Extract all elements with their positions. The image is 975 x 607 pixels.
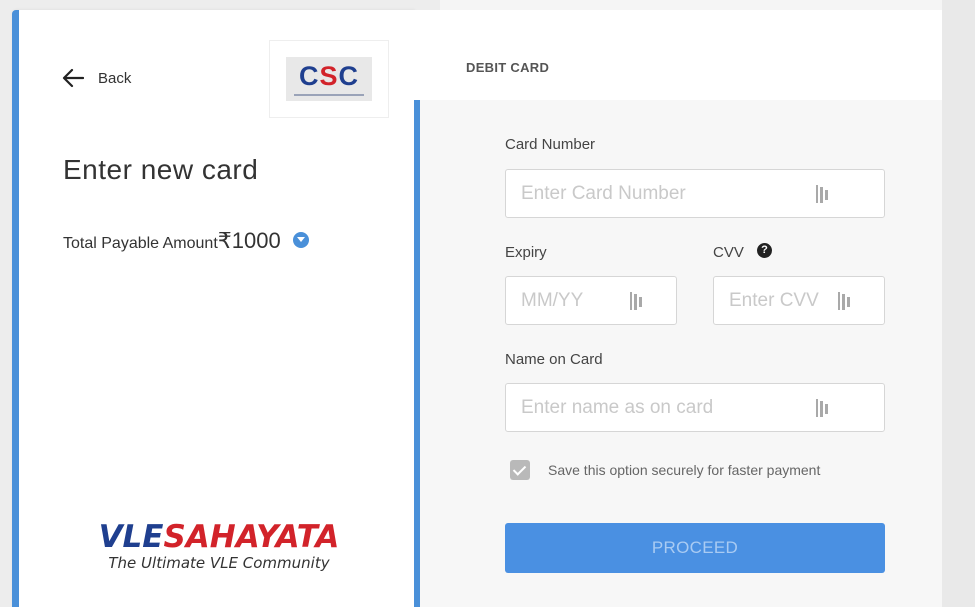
csc-logo-text: CSC — [298, 61, 359, 91]
cvv-label: CVV — [713, 244, 744, 261]
card-number-label: Card Number — [505, 136, 596, 153]
payment-method-header: DEBIT CARD — [414, 10, 942, 100]
chevron-down-icon[interactable] — [292, 232, 309, 248]
card-number-input[interactable] — [521, 182, 816, 205]
card-field-icon — [630, 291, 644, 310]
card-form: Card Number Expiry CVV ? Name on Card — [414, 100, 942, 607]
name-on-card-label: Name on Card — [505, 351, 603, 368]
amount-label: Total Payable Amount — [63, 235, 218, 252]
name-on-card-input[interactable] — [521, 396, 816, 419]
name-on-card-field[interactable] — [505, 383, 885, 432]
arrow-left-icon — [62, 68, 84, 88]
back-button[interactable]: Back — [62, 68, 131, 88]
expiry-input[interactable] — [521, 289, 630, 312]
save-card-option: Save this option securely for faster pay… — [510, 460, 820, 480]
brand-tagline: The Ultimate VLE Community — [108, 554, 330, 572]
right-gutter — [942, 0, 975, 607]
page-title: Enter new card — [63, 154, 259, 185]
cvv-input[interactable] — [729, 289, 838, 312]
expiry-field[interactable] — [505, 276, 677, 325]
csc-logo: CSC — [286, 57, 372, 101]
vlesahayata-logo: VLESAHAYATA The Ultimate VLE Community — [94, 520, 344, 572]
back-label: Back — [98, 69, 132, 87]
card-field-icon — [838, 291, 852, 310]
help-icon[interactable]: ? — [757, 243, 772, 258]
expiry-label: Expiry — [505, 244, 547, 261]
card-field-icon — [816, 184, 830, 203]
proceed-button[interactable]: PROCEED — [505, 523, 885, 573]
merchant-logo: CSC — [269, 40, 389, 118]
order-summary-panel: Back CSC Enter new card Total Payable Am… — [12, 10, 414, 607]
save-card-label: Save this option securely for faster pay… — [548, 462, 821, 478]
tab-debit-card[interactable]: DEBIT CARD — [466, 60, 549, 75]
brand-name: VLESAHAYATA — [98, 519, 340, 555]
card-field-icon — [816, 398, 830, 417]
cvv-field[interactable] — [713, 276, 885, 325]
amount-value: ₹1000 — [217, 228, 281, 253]
csc-logo-subline — [294, 94, 364, 96]
total-amount-row: Total Payable Amount ₹1000 — [63, 228, 309, 254]
top-strip — [440, 0, 942, 10]
card-number-field[interactable] — [505, 169, 885, 218]
save-card-checkbox[interactable] — [510, 460, 530, 480]
